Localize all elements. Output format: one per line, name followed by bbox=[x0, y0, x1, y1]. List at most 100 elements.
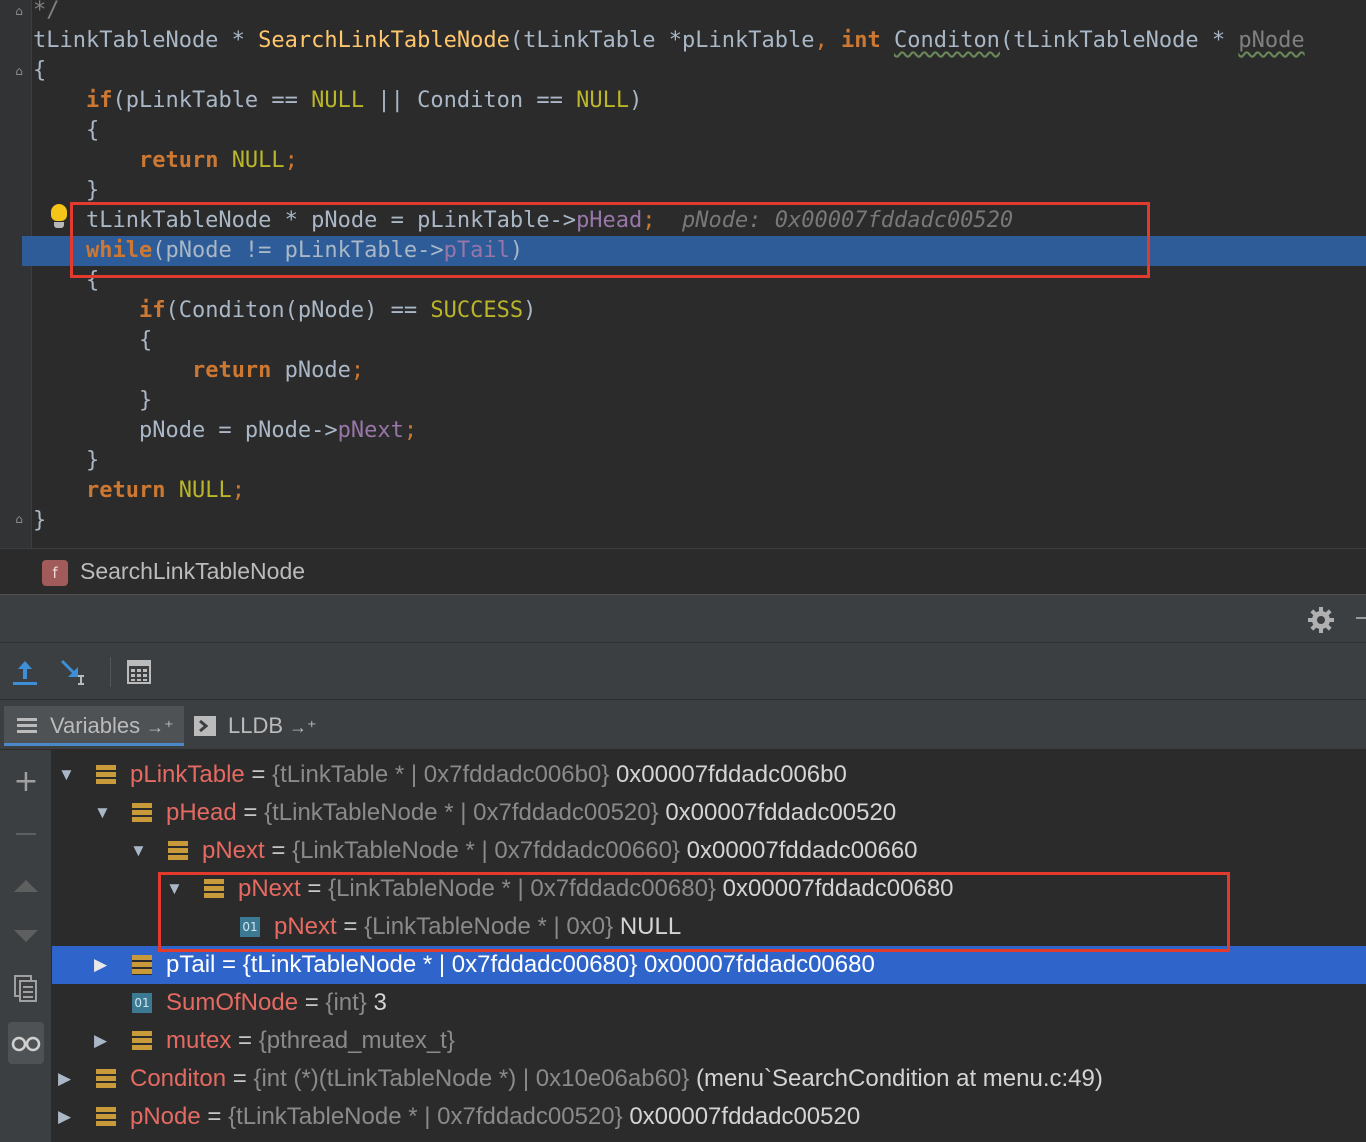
code-token: tLinkTableNode * pNode = pLinkTable-> bbox=[33, 208, 577, 233]
equals-sign: = bbox=[200, 1103, 229, 1130]
breadcrumb-function-name[interactable]: SearchLinkTableNode bbox=[80, 558, 305, 585]
object-value-icon bbox=[204, 879, 224, 899]
expand-triangle-icon[interactable]: ▶ bbox=[94, 1022, 112, 1060]
variable-value: 0x00007fddadc00660 bbox=[686, 837, 918, 864]
code-line[interactable]: */ bbox=[0, 0, 1366, 26]
variable-name: Conditon bbox=[130, 1065, 227, 1092]
pin-tab-icon[interactable]: →⁺ bbox=[289, 717, 317, 737]
code-line[interactable]: return NULL; bbox=[0, 476, 1366, 506]
code-line[interactable]: } bbox=[0, 506, 1366, 536]
collapse-triangle-icon[interactable]: ▼ bbox=[166, 870, 184, 908]
debug-tabs: Variables →⁺ LLDB →⁺ bbox=[0, 700, 1366, 750]
remove-watch-icon[interactable] bbox=[8, 816, 44, 852]
execution-line[interactable]: while(pNode != pLinkTable->pTail) bbox=[22, 236, 1366, 266]
collapse-triangle-icon[interactable]: ▼ bbox=[58, 756, 76, 794]
object-value-icon bbox=[132, 955, 152, 975]
code-line-text: */ bbox=[33, 0, 60, 26]
code-line[interactable]: { bbox=[0, 326, 1366, 356]
intention-bulb-icon[interactable] bbox=[50, 204, 68, 230]
collapse-triangle-icon[interactable]: ▼ bbox=[130, 832, 148, 870]
code-line[interactable]: return NULL; bbox=[0, 146, 1366, 176]
code-token: } bbox=[33, 508, 47, 533]
variable-row[interactable]: ▼ pHead = {tLinkTableNode * | 0x7fddadc00… bbox=[52, 794, 1366, 832]
variable-row[interactable]: 01 SumOfNode = {int} 3 bbox=[52, 984, 1366, 1022]
expand-triangle-icon[interactable]: ▶ bbox=[58, 1098, 76, 1136]
equals-sign: = bbox=[215, 951, 243, 978]
move-down-icon[interactable] bbox=[8, 918, 44, 954]
code-token: SUCCESS bbox=[430, 298, 524, 323]
code-token: NULL bbox=[576, 88, 630, 113]
evaluate-expression-icon[interactable] bbox=[122, 655, 156, 689]
equals-sign: = bbox=[300, 875, 329, 902]
tab-lldb[interactable]: LLDB →⁺ bbox=[182, 706, 327, 746]
fold-marker-icon[interactable]: ⌂ bbox=[12, 512, 26, 526]
variable-type: {LinkTableNode * | 0x7fddadc00680} bbox=[328, 875, 716, 902]
variable-text: pHead = {tLinkTableNode * | 0x7fddadc005… bbox=[166, 794, 896, 832]
collapse-triangle-icon[interactable]: ▼ bbox=[94, 794, 112, 832]
pin-tab-icon[interactable]: →⁺ bbox=[146, 717, 174, 737]
code-line[interactable]: return pNode; bbox=[0, 356, 1366, 386]
primitive-value-icon: 01 bbox=[240, 917, 260, 937]
code-line[interactable]: { bbox=[0, 116, 1366, 146]
code-line[interactable]: { bbox=[0, 56, 1366, 86]
variable-type: {LinkTableNode * | 0x0} bbox=[364, 913, 614, 940]
code-line[interactable]: { bbox=[0, 266, 1366, 296]
code-token: return bbox=[85, 478, 179, 503]
gear-icon[interactable] bbox=[1306, 605, 1336, 635]
code-token: || Conditon == bbox=[364, 88, 577, 113]
breadcrumb[interactable]: f SearchLinkTableNode bbox=[0, 548, 1366, 594]
list-icon bbox=[17, 718, 37, 733]
code-line[interactable]: if(Conditon(pNode) == SUCCESS) bbox=[0, 296, 1366, 326]
variable-row[interactable]: ▶ mutex = {pthread_mutex_t} bbox=[52, 1022, 1366, 1060]
code-token: { bbox=[33, 328, 153, 353]
code-line-text: { bbox=[33, 56, 46, 86]
add-watch-icon[interactable]: + bbox=[8, 764, 44, 800]
move-up-icon[interactable] bbox=[8, 868, 44, 904]
variable-row[interactable]: ▶ pTail = {tLinkTableNode * | 0x7fddadc00… bbox=[52, 946, 1366, 984]
variable-row[interactable]: ▶ Conditon = {int (*)(tLinkTableNode *) |… bbox=[52, 1060, 1366, 1098]
equals-sign: = bbox=[236, 799, 265, 826]
variable-text: pLinkTable = {tLinkTable * | 0x7fddadc00… bbox=[130, 756, 847, 794]
tab-variables[interactable]: Variables →⁺ bbox=[4, 706, 184, 746]
code-line[interactable]: pNode = pNode->pNext; bbox=[0, 416, 1366, 446]
variable-row[interactable]: ▼ pNext = {LinkTableNode * | 0x7fddadc006… bbox=[52, 832, 1366, 870]
code-line[interactable]: tLinkTableNode * pNode = pLinkTable->pHe… bbox=[0, 206, 1366, 236]
show-execution-point-icon[interactable] bbox=[8, 655, 42, 689]
variable-row[interactable]: 01 pNext = {LinkTableNode * | 0x0} NULL bbox=[52, 908, 1366, 946]
expand-triangle-icon[interactable]: ▶ bbox=[94, 946, 112, 984]
code-line[interactable]: } bbox=[0, 386, 1366, 416]
show-watches-glasses-icon[interactable] bbox=[8, 1022, 44, 1064]
code-token: NULL bbox=[311, 88, 365, 113]
variable-row[interactable]: ▶ pNode = {tLinkTableNode * | 0x7fddadc00… bbox=[52, 1098, 1366, 1136]
variable-row[interactable]: ▼ pNext = {LinkTableNode * | 0x7fddadc006… bbox=[52, 870, 1366, 908]
variable-text: pNode = {tLinkTableNode * | 0x7fddadc005… bbox=[130, 1098, 860, 1136]
code-token: if bbox=[85, 88, 113, 113]
code-token: (Conditon(pNode) == bbox=[165, 298, 431, 323]
code-token: */ bbox=[33, 0, 60, 23]
code-token: ) bbox=[509, 238, 524, 263]
step-into-icon[interactable] bbox=[56, 655, 90, 689]
code-editor[interactable]: */ tLinkTableNode * SearchLinkTableNode(t… bbox=[0, 0, 1366, 548]
code-line-text: { bbox=[33, 326, 152, 356]
code-token: ; bbox=[642, 208, 656, 233]
code-line[interactable]: tLinkTableNode * SearchLinkTableNode(tLi… bbox=[0, 26, 1366, 56]
variable-text: mutex = {pthread_mutex_t} bbox=[166, 1022, 455, 1060]
code-token: if bbox=[138, 298, 166, 323]
code-line[interactable]: } bbox=[0, 446, 1366, 476]
code-token: { bbox=[33, 118, 100, 143]
variable-row[interactable]: ▼ pLinkTable = {tLinkTable * | 0x7fddadc0… bbox=[52, 756, 1366, 794]
variables-tree[interactable]: ▼ pLinkTable = {tLinkTable * | 0x7fddadc0… bbox=[52, 750, 1366, 1142]
code-token: (pLinkTable == bbox=[112, 88, 312, 113]
copy-icon[interactable] bbox=[8, 970, 44, 1006]
hide-panel-icon[interactable] bbox=[1356, 617, 1366, 619]
object-value-icon bbox=[96, 1069, 116, 1089]
code-line[interactable]: if(pLinkTable == NULL || Conditon == NUL… bbox=[0, 86, 1366, 116]
variables-side-toolbar: + bbox=[0, 750, 52, 1142]
fold-marker-icon[interactable]: ⌂ bbox=[12, 4, 26, 18]
variable-type: {tLinkTableNode * | 0x7fddadc00520} bbox=[264, 799, 659, 826]
code-line[interactable]: } bbox=[0, 176, 1366, 206]
fold-marker-icon[interactable]: ⌂ bbox=[12, 64, 26, 78]
expand-triangle-icon[interactable]: ▶ bbox=[58, 1060, 76, 1098]
